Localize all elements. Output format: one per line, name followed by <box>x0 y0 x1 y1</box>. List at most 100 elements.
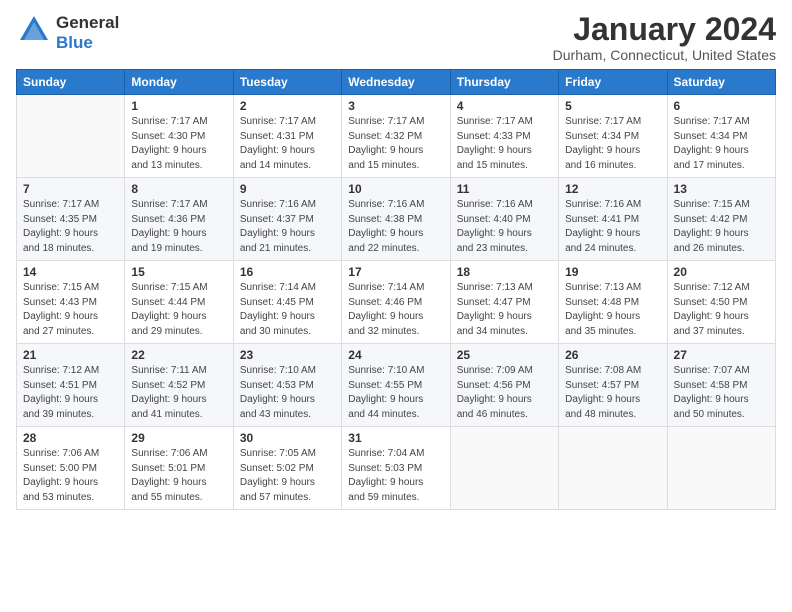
day-number: 29 <box>131 431 226 445</box>
day-number: 9 <box>240 182 335 196</box>
calendar-cell: 21Sunrise: 7:12 AMSunset: 4:51 PMDayligh… <box>17 344 125 427</box>
calendar-cell: 12 Sunrise: 7:16 AMSunset: 4:41 PMDayligh… <box>559 178 667 261</box>
day-number: 8 <box>131 182 226 196</box>
day-info: Sunrise: 7:17 AMSunset: 4:34 PMDaylight:… <box>565 115 660 173</box>
header-friday: Friday <box>559 70 667 95</box>
day-info: Sunrise: 7:16 AMSunset: 4:41 PMDaylight:… <box>565 198 660 256</box>
title-block: January 2024 Durham, Connecticut, United… <box>553 12 776 63</box>
day-number: 26 <box>565 348 660 362</box>
header-thursday: Thursday <box>450 70 558 95</box>
day-info: Sunrise: 7:10 AMSunset: 4:55 PMDaylight:… <box>348 364 443 422</box>
calendar-cell <box>559 427 667 510</box>
day-info: Sunrise: 7:17 AMSunset: 4:31 PMDaylight:… <box>240 115 335 173</box>
day-number: 16 <box>240 265 335 279</box>
calendar-cell: 16 Sunrise: 7:14 AMSunset: 4:45 PMDayligh… <box>233 261 341 344</box>
day-info: Sunrise: 7:15 AMSunset: 4:42 PMDaylight:… <box>674 198 769 256</box>
week-row-1: 7 Sunrise: 7:17 AMSunset: 4:35 PMDaylight… <box>17 178 776 261</box>
day-info: Sunrise: 7:08 AMSunset: 4:57 PMDaylight:… <box>565 364 660 422</box>
day-number: 12 <box>565 182 660 196</box>
header-saturday: Saturday <box>667 70 775 95</box>
calendar-cell <box>667 427 775 510</box>
calendar-cell: 31 Sunrise: 7:04 AMSunset: 5:03 PMDayligh… <box>342 427 450 510</box>
day-info: Sunrise: 7:10 AMSunset: 4:53 PMDaylight:… <box>240 364 335 422</box>
day-number: 20 <box>674 265 769 279</box>
calendar-cell: 26 Sunrise: 7:08 AMSunset: 4:57 PMDayligh… <box>559 344 667 427</box>
day-info: Sunrise: 7:15 AMSunset: 4:43 PMDaylight:… <box>23 281 118 339</box>
calendar-cell: 5 Sunrise: 7:17 AMSunset: 4:34 PMDaylight… <box>559 95 667 178</box>
day-info: Sunrise: 7:12 AMSunset: 4:50 PMDaylight:… <box>674 281 769 339</box>
day-info: Sunrise: 7:15 AMSunset: 4:44 PMDaylight:… <box>131 281 226 339</box>
logo-icon <box>16 12 52 53</box>
day-number: 2 <box>240 99 335 113</box>
header-tuesday: Tuesday <box>233 70 341 95</box>
day-number: 5 <box>565 99 660 113</box>
day-info: Sunrise: 7:09 AMSunset: 4:56 PMDaylight:… <box>457 364 552 422</box>
day-number: 15 <box>131 265 226 279</box>
day-number: 21 <box>23 348 118 362</box>
calendar-cell: 1 Sunrise: 7:17 AMSunset: 4:30 PMDaylight… <box>125 95 233 178</box>
day-info: Sunrise: 7:04 AMSunset: 5:03 PMDaylight:… <box>348 447 443 505</box>
calendar-cell: 25Sunrise: 7:09 AMSunset: 4:56 PMDayligh… <box>450 344 558 427</box>
calendar-cell: 23 Sunrise: 7:10 AMSunset: 4:53 PMDayligh… <box>233 344 341 427</box>
day-number: 27 <box>674 348 769 362</box>
week-row-4: 28 Sunrise: 7:06 AMSunset: 5:00 PMDayligh… <box>17 427 776 510</box>
calendar-cell: 20 Sunrise: 7:12 AMSunset: 4:50 PMDayligh… <box>667 261 775 344</box>
calendar-cell: 24 Sunrise: 7:10 AMSunset: 4:55 PMDayligh… <box>342 344 450 427</box>
header: General Blue January 2024 Durham, Connec… <box>16 12 776 63</box>
day-number: 23 <box>240 348 335 362</box>
calendar-cell: 28 Sunrise: 7:06 AMSunset: 5:00 PMDayligh… <box>17 427 125 510</box>
day-number: 3 <box>348 99 443 113</box>
calendar-cell: 30 Sunrise: 7:05 AMSunset: 5:02 PMDayligh… <box>233 427 341 510</box>
day-number: 22 <box>131 348 226 362</box>
day-info: Sunrise: 7:17 AMSunset: 4:36 PMDaylight:… <box>131 198 226 256</box>
day-number: 7 <box>23 182 118 196</box>
calendar-header-row: SundayMondayTuesdayWednesdayThursdayFrid… <box>17 70 776 95</box>
calendar-cell: 13 Sunrise: 7:15 AMSunset: 4:42 PMDayligh… <box>667 178 775 261</box>
day-number: 14 <box>23 265 118 279</box>
header-wednesday: Wednesday <box>342 70 450 95</box>
day-number: 6 <box>674 99 769 113</box>
day-number: 28 <box>23 431 118 445</box>
calendar-cell: 10Sunrise: 7:16 AMSunset: 4:38 PMDayligh… <box>342 178 450 261</box>
day-number: 17 <box>348 265 443 279</box>
week-row-0: 1 Sunrise: 7:17 AMSunset: 4:30 PMDaylight… <box>17 95 776 178</box>
day-number: 31 <box>348 431 443 445</box>
calendar-cell: 14 Sunrise: 7:15 AMSunset: 4:43 PMDayligh… <box>17 261 125 344</box>
day-number: 30 <box>240 431 335 445</box>
day-info: Sunrise: 7:16 AMSunset: 4:37 PMDaylight:… <box>240 198 335 256</box>
day-number: 11 <box>457 182 552 196</box>
day-info: Sunrise: 7:05 AMSunset: 5:02 PMDaylight:… <box>240 447 335 505</box>
day-info: Sunrise: 7:17 AMSunset: 4:30 PMDaylight:… <box>131 115 226 173</box>
day-info: Sunrise: 7:17 AMSunset: 4:35 PMDaylight:… <box>23 198 118 256</box>
day-number: 4 <box>457 99 552 113</box>
subtitle: Durham, Connecticut, United States <box>553 47 776 63</box>
logo: General Blue <box>16 12 119 53</box>
calendar-cell: 27Sunrise: 7:07 AMSunset: 4:58 PMDayligh… <box>667 344 775 427</box>
calendar-cell: 8 Sunrise: 7:17 AMSunset: 4:36 PMDaylight… <box>125 178 233 261</box>
calendar-cell: 18Sunrise: 7:13 AMSunset: 4:47 PMDayligh… <box>450 261 558 344</box>
calendar-cell: 29Sunrise: 7:06 AMSunset: 5:01 PMDayligh… <box>125 427 233 510</box>
calendar-table: SundayMondayTuesdayWednesdayThursdayFrid… <box>16 69 776 510</box>
header-monday: Monday <box>125 70 233 95</box>
calendar-cell: 15 Sunrise: 7:15 AMSunset: 4:44 PMDayligh… <box>125 261 233 344</box>
calendar-cell <box>450 427 558 510</box>
calendar-cell: 2 Sunrise: 7:17 AMSunset: 4:31 PMDaylight… <box>233 95 341 178</box>
day-info: Sunrise: 7:13 AMSunset: 4:47 PMDaylight:… <box>457 281 552 339</box>
week-row-2: 14 Sunrise: 7:15 AMSunset: 4:43 PMDayligh… <box>17 261 776 344</box>
calendar-cell: 9 Sunrise: 7:16 AMSunset: 4:37 PMDaylight… <box>233 178 341 261</box>
calendar-cell: 7 Sunrise: 7:17 AMSunset: 4:35 PMDaylight… <box>17 178 125 261</box>
main-container: General Blue January 2024 Durham, Connec… <box>0 0 792 518</box>
calendar-cell: 11Sunrise: 7:16 AMSunset: 4:40 PMDayligh… <box>450 178 558 261</box>
day-info: Sunrise: 7:14 AMSunset: 4:46 PMDaylight:… <box>348 281 443 339</box>
day-info: Sunrise: 7:06 AMSunset: 5:00 PMDaylight:… <box>23 447 118 505</box>
logo-text: General Blue <box>56 13 119 53</box>
day-number: 24 <box>348 348 443 362</box>
calendar-cell: 22Sunrise: 7:11 AMSunset: 4:52 PMDayligh… <box>125 344 233 427</box>
day-number: 1 <box>131 99 226 113</box>
calendar-body: 1 Sunrise: 7:17 AMSunset: 4:30 PMDaylight… <box>17 95 776 510</box>
day-info: Sunrise: 7:16 AMSunset: 4:38 PMDaylight:… <box>348 198 443 256</box>
day-number: 19 <box>565 265 660 279</box>
day-info: Sunrise: 7:14 AMSunset: 4:45 PMDaylight:… <box>240 281 335 339</box>
calendar-cell: 3Sunrise: 7:17 AMSunset: 4:32 PMDaylight… <box>342 95 450 178</box>
day-number: 13 <box>674 182 769 196</box>
